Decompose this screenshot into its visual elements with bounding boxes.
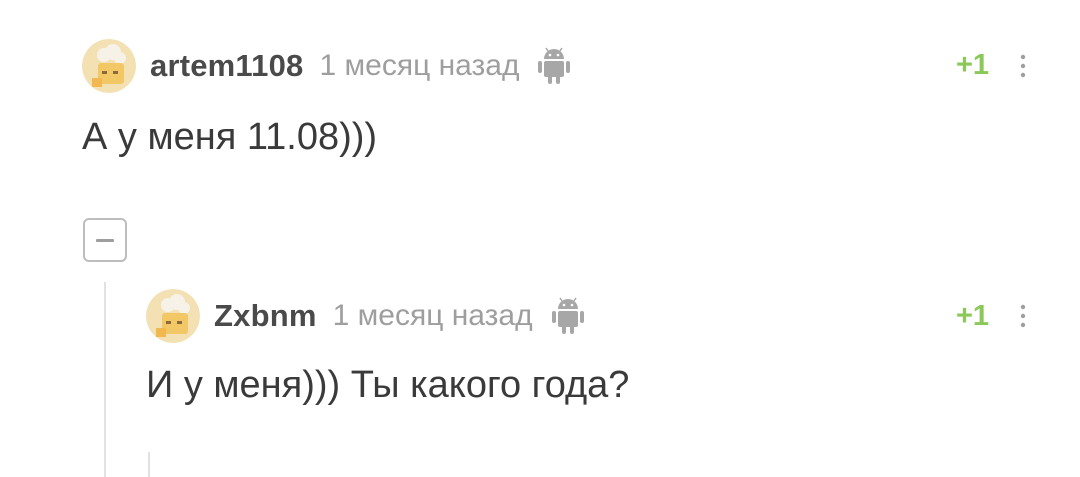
comment-timestamp[interactable]: 1 месяц назад	[333, 299, 533, 333]
collapse-thread-button[interactable]	[83, 218, 127, 262]
vertical-dots-icon[interactable]	[1018, 52, 1028, 82]
comment-header: Zxbnm 1 месяц назад	[146, 288, 585, 344]
comment-timestamp[interactable]: 1 месяц назад	[320, 49, 520, 83]
rating-value[interactable]: +1	[956, 300, 989, 333]
rating-value[interactable]: +1	[956, 49, 989, 82]
avatar[interactable]	[82, 39, 136, 93]
comment-text: А у меня 11.08)))	[82, 116, 378, 158]
nested-thread-line[interactable]	[148, 452, 150, 477]
android-icon	[551, 297, 585, 335]
avatar[interactable]	[146, 289, 200, 343]
author-name[interactable]: Zxbnm	[214, 298, 317, 334]
comment-text: И у меня))) Ты какого года?	[146, 364, 630, 406]
thread-line[interactable]	[104, 282, 106, 477]
comment-header: artem1108 1 месяц назад	[82, 38, 571, 94]
author-name[interactable]: artem1108	[150, 48, 304, 84]
vertical-dots-icon[interactable]	[1018, 302, 1028, 332]
android-icon	[537, 47, 571, 85]
